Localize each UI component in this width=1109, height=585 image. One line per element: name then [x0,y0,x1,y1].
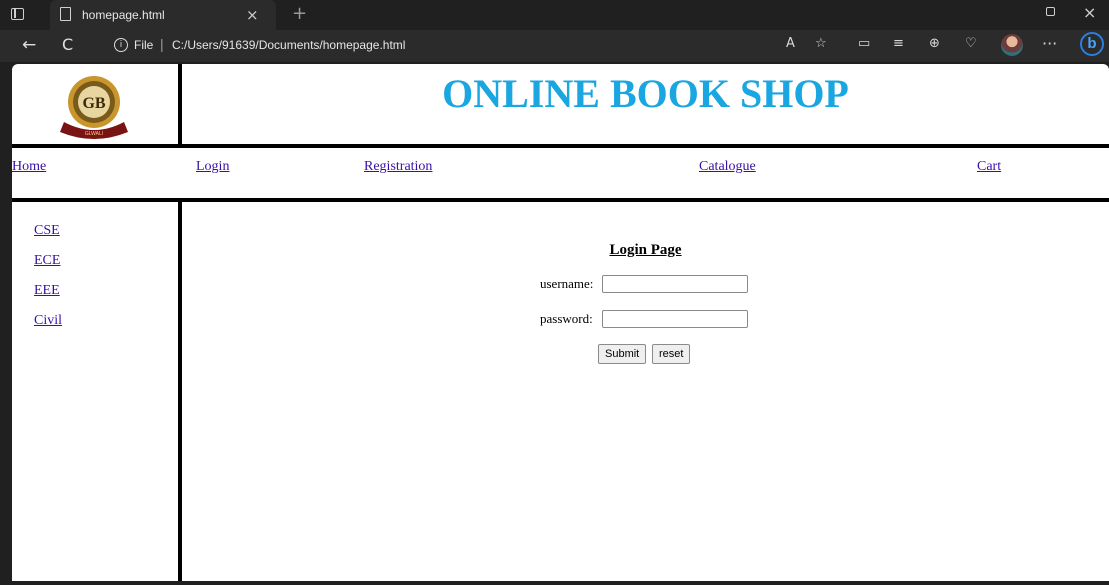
favorites-icon[interactable]: ≡ [893,36,904,51]
username-input[interactable] [602,275,748,293]
bing-copilot-icon[interactable]: b [1080,32,1104,56]
nav-link-login[interactable]: Login [196,159,229,175]
split-screen-icon[interactable]: ▭ [858,36,870,51]
logo-text: GLWALI [85,131,103,137]
college-logo: GB GLWALI [60,76,128,139]
sidebar-item-eee[interactable]: EEE [34,283,60,299]
sidebar-item-civil[interactable]: Civil [34,313,62,329]
back-icon[interactable]: ← [22,35,36,55]
sidebar-item-ece[interactable]: ECE [34,253,60,269]
read-aloud-icon[interactable]: A [786,36,795,51]
close-tab-icon[interactable]: × [246,6,259,24]
url-separator: | [160,36,164,52]
site-title: ONLINE BOOK SHOP [442,71,849,116]
sidebar-item-cse[interactable]: CSE [34,223,60,239]
submit-button[interactable]: Submit [598,344,647,364]
tab-homepage[interactable]: homepage.html × [50,0,276,30]
file-label: File [134,38,154,52]
tab-actions-icon[interactable] [11,8,24,20]
nav-link-home[interactable]: Home [12,159,46,175]
svg-text:GB: GB [82,95,105,112]
restore-window-icon[interactable] [1046,7,1055,16]
window-bottom-edge [12,581,1109,585]
address-bar-row: ← C i File | C:/Users/91639/Documents/ho… [0,30,1109,62]
login-page-title: Login Page [609,242,682,258]
tab-title: homepage.html [82,8,165,22]
password-label: password: [540,311,593,326]
browser-tab-bar: homepage.html × + × [0,0,1109,30]
web-page: GB GLWALI ONLINE BOOK SHOP Home Login Re… [12,64,1109,581]
nav-link-registration[interactable]: Registration [364,159,432,175]
close-window-icon[interactable]: × [1083,3,1096,22]
favorite-star-icon[interactable]: ☆ [815,36,827,51]
new-tab-icon[interactable]: + [292,3,307,24]
url-text[interactable]: C:/Users/91639/Documents/homepage.html [172,38,405,52]
sidebar: CSE ECE EEE Civil [12,202,178,581]
reset-button[interactable]: reset [652,344,691,364]
more-options-icon[interactable]: ··· [1042,34,1057,53]
document-icon [60,7,71,21]
performance-icon[interactable]: ♡ [965,36,977,51]
info-icon[interactable]: i [114,38,128,52]
logo-cell: GB GLWALI [12,64,178,144]
login-content: Login Page username: password: Submit re… [182,202,1109,581]
url-field[interactable]: i File | C:/Users/91639/Documents/homepa… [98,34,850,58]
collections-icon[interactable]: ⊕ [929,36,940,51]
page-header: GB GLWALI ONLINE BOOK SHOP [12,64,1109,144]
refresh-icon[interactable]: C [62,35,73,54]
nav-link-cart[interactable]: Cart [977,159,1001,175]
main-nav: Home Login Registration Catalogue Cart [12,148,1109,198]
profile-avatar[interactable] [1001,34,1023,56]
nav-link-catalogue[interactable]: Catalogue [699,159,756,175]
username-label: username: [540,276,594,291]
password-input[interactable] [602,310,748,328]
